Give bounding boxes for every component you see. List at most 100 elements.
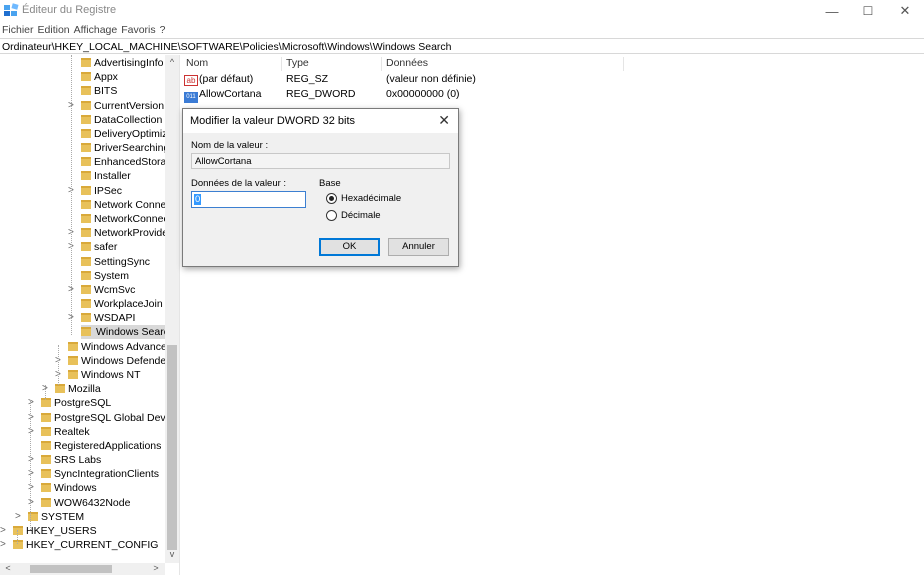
tree-item[interactable]: BITS xyxy=(81,84,117,98)
tree-item-label: safer xyxy=(94,241,118,254)
tree-item[interactable]: RegisteredApplications xyxy=(41,439,161,453)
value-name-label: Nom de la valeur : xyxy=(191,140,269,151)
chevron-right-icon[interactable]: > xyxy=(55,368,65,382)
tree-item[interactable]: Installer xyxy=(81,169,131,183)
dialog-close-icon[interactable]: ✕ xyxy=(438,112,450,129)
scroll-right-icon[interactable]: > xyxy=(150,563,162,575)
tree-item[interactable]: > WSDAPI xyxy=(68,311,135,325)
tree-item[interactable]: > SRS Labs xyxy=(28,453,102,467)
tree-item[interactable]: SettingSync xyxy=(81,255,150,269)
h-scroll-thumb[interactable] xyxy=(30,565,112,573)
tree-item[interactable]: WorkplaceJoin xyxy=(81,297,163,311)
close-window-button[interactable]: ✕ xyxy=(888,0,922,22)
chevron-right-icon[interactable]: > xyxy=(55,354,65,368)
tree-item[interactable]: > safer xyxy=(68,240,118,254)
radio-decimal-label: Décimale xyxy=(341,210,381,221)
tree-item[interactable]: > PostgreSQL Global Developr xyxy=(28,411,179,425)
tree-item[interactable]: > HKEY_CURRENT_CONFIG xyxy=(0,538,158,552)
column-header-name[interactable]: Nom xyxy=(186,57,208,69)
chevron-right-icon[interactable]: > xyxy=(68,99,78,113)
column-header-data[interactable]: Données xyxy=(386,57,428,69)
ok-button[interactable]: OK xyxy=(319,238,380,256)
column-divider[interactable] xyxy=(281,57,282,71)
tree-guide-line xyxy=(71,55,72,335)
tree-item-label: SRS Labs xyxy=(54,454,102,467)
value-data-input[interactable]: 0 xyxy=(191,191,306,208)
tree-item[interactable]: > Mozilla xyxy=(42,382,101,396)
tree-item[interactable]: Windows Search xyxy=(81,325,177,340)
tree-item[interactable]: > Windows Defender xyxy=(55,354,170,368)
list-row[interactable]: ab (par défaut) REG_SZ (valeur non défini… xyxy=(181,73,924,87)
tree-horizontal-scrollbar[interactable]: < > xyxy=(0,563,165,575)
tree-item[interactable]: System xyxy=(81,269,129,283)
tree-item[interactable]: > IPSec xyxy=(68,184,122,198)
folder-icon xyxy=(41,440,51,450)
scroll-thumb[interactable] xyxy=(167,345,177,550)
column-header-type[interactable]: Type xyxy=(286,57,309,69)
chevron-right-icon[interactable]: > xyxy=(68,240,78,254)
value-name-field[interactable]: AllowCortana xyxy=(191,153,450,169)
tree-guide-line xyxy=(45,385,46,400)
tree-item[interactable]: Appx xyxy=(81,70,118,84)
scroll-left-icon[interactable]: < xyxy=(2,563,14,575)
menu-fichier[interactable]: Fichier xyxy=(2,22,37,38)
tree-item[interactable]: > SYSTEM xyxy=(15,510,84,524)
registry-editor-app-icon xyxy=(4,3,19,17)
tree-item[interactable]: DriverSearching xyxy=(81,141,169,155)
title-bar: Éditeur du Registre — ☐ ✕ xyxy=(0,0,924,22)
value-data: (valeur non définie) xyxy=(386,73,476,85)
tree-item-label: RegisteredApplications xyxy=(54,439,162,452)
tree-vertical-scrollbar[interactable]: ^ v xyxy=(165,55,179,563)
minimize-button[interactable]: — xyxy=(815,0,849,22)
menu-favoris[interactable]: Favoris xyxy=(121,22,158,38)
list-header: Nom Type Données xyxy=(181,57,924,71)
folder-icon xyxy=(13,540,23,550)
menu-affichage[interactable]: Affichage xyxy=(74,22,121,38)
scroll-down-icon[interactable]: v xyxy=(165,549,179,561)
scroll-up-icon[interactable]: ^ xyxy=(165,57,179,69)
radio-hexadecimal[interactable]: Hexadécimale xyxy=(326,193,446,205)
tree-item[interactable]: AdvertisingInfo xyxy=(81,56,163,70)
tree-item-label: PostgreSQL xyxy=(54,397,112,410)
tree-item[interactable]: > CurrentVersion xyxy=(68,99,164,113)
chevron-right-icon[interactable]: > xyxy=(42,382,52,396)
tree-item[interactable]: > Windows NT xyxy=(55,368,141,382)
tree-item[interactable]: > SyncIntegrationClients xyxy=(28,467,159,481)
tree-item[interactable]: > Realtek xyxy=(28,425,90,439)
chevron-right-icon[interactable]: > xyxy=(0,538,10,552)
tree-item[interactable]: > HKEY_USERS xyxy=(0,524,97,538)
tree-item-label: AdvertisingInfo xyxy=(94,57,164,69)
tree-item[interactable]: > PostgreSQL xyxy=(28,396,112,410)
folder-icon xyxy=(41,398,51,408)
tree-item[interactable]: DataCollection xyxy=(81,113,162,127)
radio-decimal[interactable]: Décimale xyxy=(326,210,446,222)
chevron-right-icon[interactable]: > xyxy=(68,283,78,297)
folder-icon xyxy=(81,199,91,209)
chevron-right-icon[interactable]: > xyxy=(68,226,78,240)
chevron-right-icon[interactable]: > xyxy=(68,311,78,325)
value-name: (par défaut) xyxy=(199,73,254,85)
dialog-title: Modifier la valeur DWORD 32 bits xyxy=(190,115,356,127)
tree-item[interactable]: > NetworkProvider xyxy=(68,226,172,240)
maximize-button[interactable]: ☐ xyxy=(851,0,885,22)
tree-item-label: DataCollection xyxy=(94,113,163,126)
chevron-right-icon[interactable]: > xyxy=(0,524,10,538)
menu-help[interactable]: ? xyxy=(160,22,169,38)
column-divider[interactable] xyxy=(623,57,624,71)
chevron-right-icon[interactable]: > xyxy=(68,184,78,198)
column-divider[interactable] xyxy=(381,57,382,71)
address-bar[interactable]: Ordinateur\HKEY_LOCAL_MACHINE\SOFTWARE\P… xyxy=(0,38,924,54)
registry-tree[interactable]: AdvertisingInfo Appx BITS > CurrentVersion Da… xyxy=(0,55,180,575)
folder-icon xyxy=(81,100,91,110)
tree-item[interactable]: > WcmSvc xyxy=(68,283,135,297)
tree-item[interactable]: > WOW6432Node xyxy=(28,496,130,510)
chevron-right-icon[interactable]: > xyxy=(15,510,25,524)
cancel-button[interactable]: Annuler xyxy=(388,238,449,256)
tree-item[interactable]: Windows Advanced Th xyxy=(68,340,179,354)
list-row[interactable]: 011 AllowCortana REG_DWORD 0x00000000 (0) xyxy=(181,88,924,103)
tree-item-label: SettingSync xyxy=(94,255,151,268)
menu-edition[interactable]: Edition xyxy=(38,22,73,38)
tree-item[interactable]: > Windows xyxy=(28,481,97,495)
folder-icon xyxy=(81,171,91,181)
tree-item-label: Windows xyxy=(54,482,97,495)
